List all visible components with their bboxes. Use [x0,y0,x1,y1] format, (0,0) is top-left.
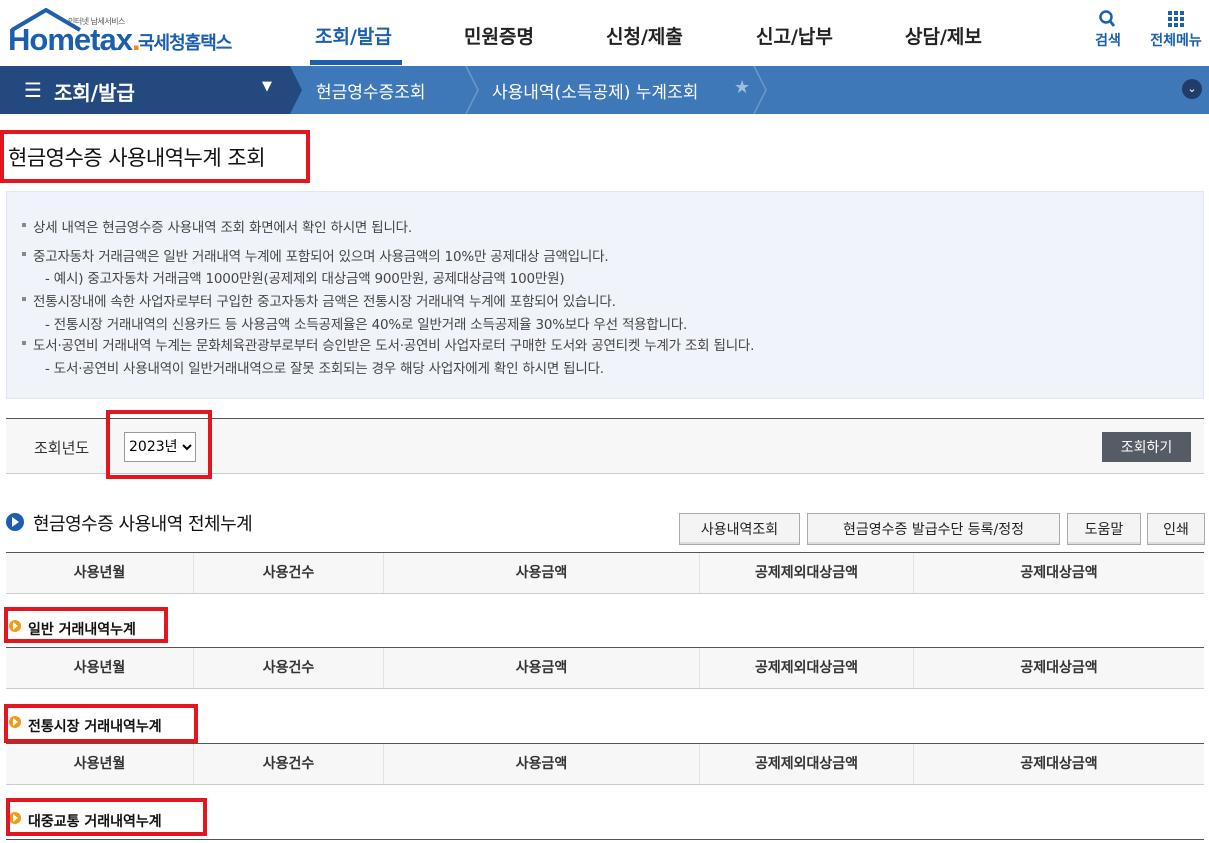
column-header-deductible-amount: 공제대상금액 [1020,756,1098,772]
all-menu-label: 전체메뉴 [1150,33,1202,49]
breadcrumb-separator-icon [290,66,302,114]
breadcrumb-bar: ☰ 조회/발급 ▼ 현금영수증조회 사용내역(소득공제) 누계조회 ★ ⌄ [0,66,1209,114]
notice-line: 중고자동차 거래금액은 일반 거래내역 누계에 포함되어 있으며 사용금액의 1… [21,245,609,265]
column-header-month: 사용년월 [6,553,194,593]
highlight-box-year [106,410,212,479]
nav-item-report-pay[interactable]: 신고/납부 [756,22,833,49]
notice-box: 상세 내역은 현금영수증 사용내역 조회 화면에서 확인 하시면 됩니다. 중고… [6,191,1204,399]
section-title: 현금영수증 사용내역 전체누계 [33,514,253,535]
column-header-count: 사용건수 [194,744,384,784]
highlight-box-traditional-market [4,704,198,743]
highlight-box-general [4,607,168,643]
column-header-excluded-amount: 공제제외대상금액 [700,553,914,593]
breadcrumb-usage-total[interactable]: 사용내역(소득공제) 누계조회 [492,78,698,103]
notice-subline: - 전통시장 거래내역의 신용카드 등 사용금액 소득공제율은 40%로 일반거… [45,317,688,333]
table-header-total: 사용년월 사용건수 사용금액 공제제외대상금액 공제대상금액 [6,552,1204,594]
column-header-count: 사용건수 [194,648,384,688]
all-menu-button[interactable]: 전체메뉴 [1144,8,1208,50]
nav-item-certificates[interactable]: 민원증명 [464,22,534,49]
table-header-general: 사용년월 사용건수 사용금액 공제제외대상금액 공제대상금액 [6,647,1204,689]
column-header-amount: 사용금액 [384,648,700,688]
search-label: 검색 [1095,33,1121,49]
column-header-deductible-amount: 공제대상금액 [1020,660,1098,676]
column-header-deductible-amount: 공제대상금액 [1020,565,1098,581]
column-header-month: 사용년월 [6,648,194,688]
breadcrumb-separator-icon [465,66,479,114]
caret-down-icon: ▼ [262,79,272,94]
highlight-box-title [0,130,310,183]
column-header-month: 사용년월 [6,744,194,784]
year-label: 조회년도 [34,439,90,457]
issue-method-register-button[interactable]: 현금영수증 발급수단 등록/정정 [807,513,1060,545]
column-header-count: 사용건수 [194,553,384,593]
search-icon [1099,10,1116,27]
column-header-amount: 사용금액 [384,744,700,784]
section-menu-dropdown[interactable]: ☰ 조회/발급 ▼ [0,66,290,114]
breadcrumb-cash-receipt[interactable]: 현금영수증조회 [316,78,425,103]
search-submit-button[interactable]: 조회하기 [1102,432,1191,462]
expand-chevron-icon[interactable]: ⌄ [1182,79,1202,99]
column-header-excluded-amount: 공제제외대상금액 [700,744,914,784]
notice-line: 도서·공연비 거래내역 누계는 문화체육관광부로부터 승인받은 도서·공연비 사… [21,334,754,354]
highlight-box-public-transport [6,798,207,836]
logo-korean-name: 국세청홈택스 [138,33,232,54]
notice-line: 전통시장내에 속한 사업자로부터 구입한 중고자동차 금액은 전통시장 거래내역… [22,290,616,310]
breadcrumb-separator-icon [753,66,767,114]
column-header-excluded-amount: 공제제외대상금액 [700,648,914,688]
table-top-border [6,839,1204,840]
top-header: 인터넷 납세서비스 Hometax. 국세청홈택스 조회/발급 민원증명 신청/… [0,0,1209,66]
hometax-logo[interactable]: 인터넷 납세서비스 Hometax. 국세청홈택스 [6,6,236,58]
grid-menu-icon [1168,11,1184,27]
active-nav-indicator [310,60,402,65]
favorite-star-icon[interactable]: ★ [734,77,750,98]
nav-item-inquiry-issue[interactable]: 조회/발급 [315,22,392,49]
logo-wordmark: Hometax. [8,22,141,57]
section-arrow-icon [6,513,24,531]
table-header-traditional-market: 사용년월 사용건수 사용금액 공제제외대상금액 공제대상금액 [6,743,1204,785]
usage-inquiry-button[interactable]: 사용내역조회 [679,513,800,545]
hamburger-icon: ☰ [24,78,42,102]
nav-item-apply-submit[interactable]: 신청/제출 [606,22,683,49]
help-button[interactable]: 도움말 [1067,513,1141,545]
print-button[interactable]: 인쇄 [1147,513,1205,545]
notice-subline: - 도서·공연비 사용내역이 일반거래내역으로 잘못 조회되는 경우 해당 사업… [45,361,604,377]
column-header-amount: 사용금액 [384,553,700,593]
section-menu-label: 조회/발급 [54,81,135,105]
search-button[interactable]: 검색 [1090,8,1126,50]
nav-item-consult-tip[interactable]: 상담/제보 [905,22,982,49]
notice-subline: - 예시) 중고자동차 거래금액 1000만원(공제제외 대상금액 900만원,… [45,271,565,287]
notice-line: 상세 내역은 현금영수증 사용내역 조회 화면에서 확인 하시면 됩니다. [22,216,412,236]
